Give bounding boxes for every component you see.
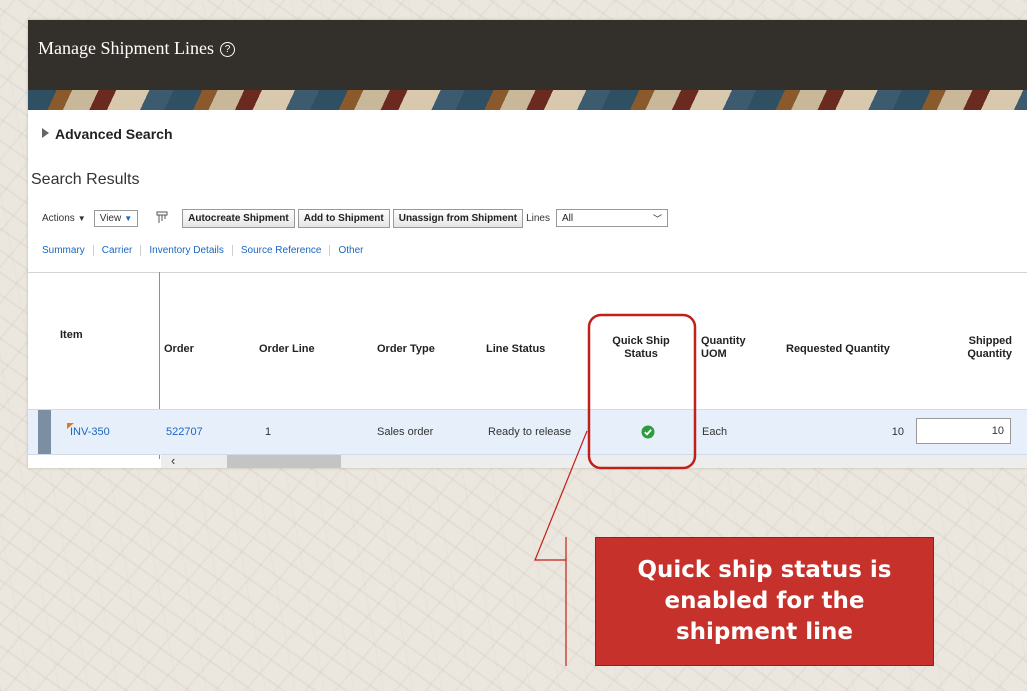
callout-line: shipment line bbox=[675, 619, 854, 645]
callout-leader-line bbox=[534, 430, 588, 561]
callout-box: Quick ship status is enabled for the shi… bbox=[595, 537, 934, 666]
callout-line: enabled for the bbox=[664, 588, 865, 614]
quick-ship-highlight-box bbox=[587, 313, 697, 470]
callout-text: Quick ship status is enabled for the shi… bbox=[637, 555, 891, 648]
callout-line: Quick ship status is bbox=[637, 557, 892, 583]
